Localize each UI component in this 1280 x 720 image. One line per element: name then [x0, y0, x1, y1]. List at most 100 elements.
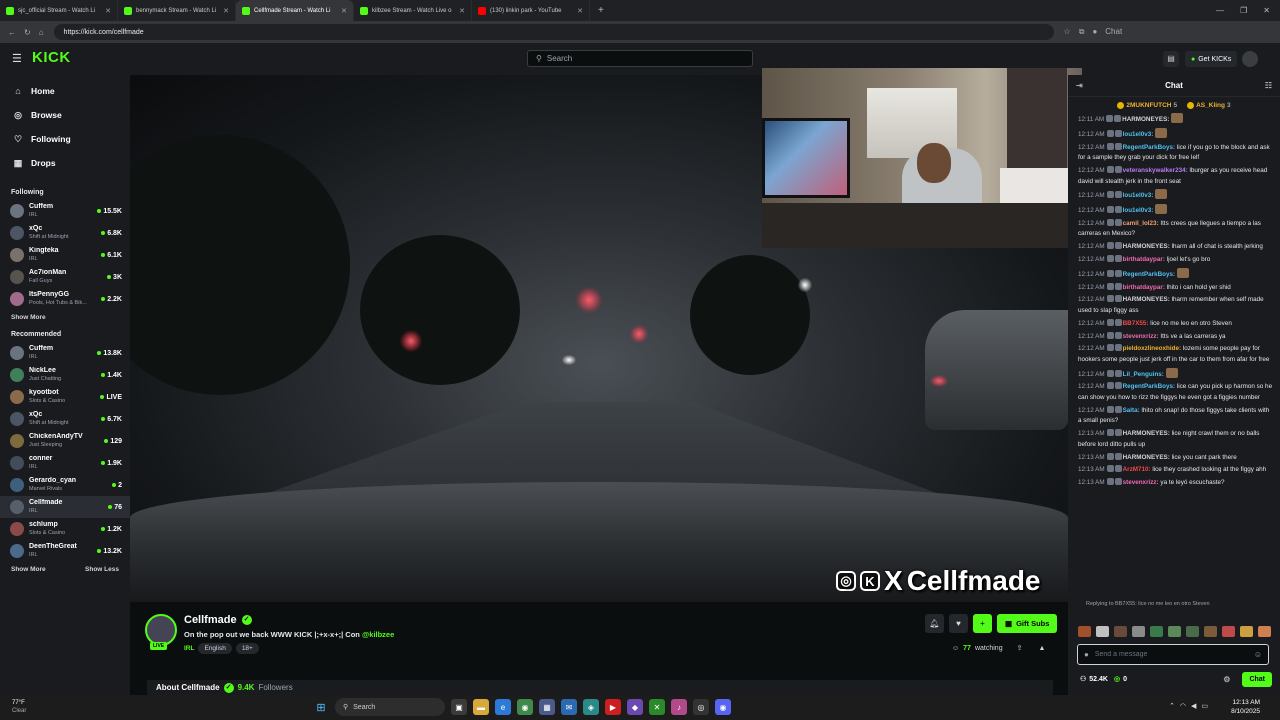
close-tab-icon[interactable]: ✕ [105, 7, 111, 15]
app-icon[interactable]: ♪ [671, 699, 687, 715]
message-username[interactable]: birthatdaypar: [1123, 284, 1165, 291]
app-icon[interactable]: ◆ [627, 699, 643, 715]
nav-home[interactable]: ⌂ Home [0, 79, 130, 103]
discord-icon[interactable]: ◉ [715, 699, 731, 715]
message-username[interactable]: RegentParkBoys: [1123, 144, 1176, 151]
edge-icon[interactable]: e [495, 699, 511, 715]
message-username[interactable]: stevenxrizz: [1123, 333, 1159, 340]
emoji-icon[interactable]: ☺ [1254, 650, 1262, 659]
chrome-icon[interactable]: ◉ [517, 699, 533, 715]
browser-tab[interactable]: (130) linkin park - YouTube ✕ [472, 0, 590, 21]
minimize-icon[interactable]: — [1216, 6, 1224, 15]
emote-icon[interactable] [1168, 626, 1181, 637]
message-username[interactable]: Salta: [1123, 407, 1140, 414]
message-username[interactable]: ArzM710: [1123, 466, 1151, 473]
message-username[interactable]: stevenxrizz: [1123, 479, 1159, 486]
message-username[interactable]: HARMONEYES: [1123, 454, 1170, 461]
clips-icon[interactable]: ▤ [1163, 51, 1179, 67]
get-kicks-button[interactable]: ● Get KICKs [1185, 51, 1238, 67]
category-link[interactable]: IRL [184, 643, 194, 654]
emote-icon[interactable] [1186, 626, 1199, 637]
kicks-balance[interactable]: ◎ 0 [1114, 675, 1127, 684]
close-tab-icon[interactable]: ✕ [577, 7, 583, 15]
mention-link[interactable]: @kilbzee [362, 630, 394, 639]
wifi-icon[interactable]: ◠ [1180, 702, 1186, 710]
sidebar-channel[interactable]: ItsPennyGG Pools, Hot Tubs & Bik... 2.2K [0, 288, 130, 310]
show-more-following[interactable]: Show More [11, 314, 46, 321]
xbox-icon[interactable]: ✕ [649, 699, 665, 715]
gifter-item[interactable]: AS_Kling 3 [1187, 99, 1231, 111]
show-more-recommended[interactable]: Show More [11, 566, 46, 573]
message-username[interactable]: RegentParkBoys: [1123, 383, 1176, 390]
search-bar[interactable]: ⚲ Search [527, 50, 753, 67]
message-username[interactable]: veteranskywalker234: [1123, 167, 1188, 174]
gift-subs-button[interactable]: ▦ Gift Subs [997, 614, 1058, 633]
sidebar-channel[interactable]: Gerardo_cyan Marvel Rivals 2 [0, 474, 130, 496]
volume-icon[interactable]: ◀ [1191, 702, 1196, 710]
tag-18plus[interactable]: 18+ [235, 643, 259, 654]
weather-widget[interactable]: 77°F Clear [12, 699, 26, 715]
nav-drops[interactable]: ▦ Drops [0, 151, 130, 175]
taskbar-search[interactable]: ⚲ Search [335, 698, 445, 716]
taskbar-clock[interactable]: 12:13 AM 8/10/2025 [1231, 699, 1260, 716]
follow-heart-button[interactable]: ♥ [949, 614, 968, 633]
sidebar-channel[interactable]: Kingteka IRL 6.1K [0, 244, 130, 266]
sidebar-channel[interactable]: Cuffem IRL 15.5K [0, 200, 130, 222]
new-tab-icon[interactable]: + [590, 5, 604, 16]
emote-icon[interactable] [1132, 626, 1145, 637]
back-icon[interactable]: ← [8, 28, 16, 37]
close-tab-icon[interactable]: ✕ [341, 7, 347, 15]
browser-tab[interactable]: kilbzee Stream - Watch Live o ✕ [354, 0, 472, 21]
emote-icon[interactable] [1204, 626, 1217, 637]
message-username[interactable]: BB7X55: [1123, 320, 1149, 327]
app-icon[interactable]: ◈ [583, 699, 599, 715]
emote-icon[interactable] [1222, 626, 1235, 637]
youtube-icon[interactable]: ▶ [605, 699, 621, 715]
message-username[interactable]: HARMONEYES: [1123, 296, 1170, 303]
close-tab-icon[interactable]: ✕ [459, 7, 465, 15]
menu-icon[interactable]: ☰ [12, 52, 22, 65]
sidebar-channel[interactable]: xQc Shift at Midnight 6.7K [0, 408, 130, 430]
emote-icon[interactable] [1258, 626, 1271, 637]
show-less-recommended[interactable]: Show Less [85, 566, 119, 573]
sidebar-channel[interactable]: conner IRL 1.9K [0, 452, 130, 474]
battery-icon[interactable]: ▭ [1201, 702, 1208, 710]
browser-tab-active[interactable]: Cellfmade Stream - Watch Li ✕ [236, 0, 354, 21]
sidebar-channel[interactable]: NickLee Just Chatting 1.4K [0, 364, 130, 386]
emote-icon[interactable] [1078, 626, 1091, 637]
message-username[interactable]: HARMONEYES: [1123, 243, 1170, 250]
tray-chevron-icon[interactable]: ⌃ [1169, 702, 1175, 710]
nav-browse[interactable]: ◎ Browse [0, 103, 130, 127]
chat-settings-icon[interactable]: ⚙ [1223, 675, 1230, 684]
message-username[interactable]: HARMONEYES: [1123, 430, 1170, 437]
sidebar-channel[interactable]: xQc Shift at Midnight 6.8K [0, 222, 130, 244]
nav-following[interactable]: ♡ Following [0, 127, 130, 151]
collapse-chat-icon[interactable]: ⇥ [1076, 81, 1083, 90]
message-username[interactable]: pieldoxzlineoxhide: [1123, 345, 1181, 352]
notification-bell-button[interactable]: 🔔︎ [925, 614, 944, 633]
sidebar-channel[interactable]: Cuffem IRL 13.8K [0, 342, 130, 364]
close-tab-icon[interactable]: ✕ [223, 7, 229, 15]
message-username[interactable]: HARMONEYES: [1122, 116, 1169, 123]
chat-send-button[interactable]: Chat [1242, 671, 1272, 687]
tag-english[interactable]: English [198, 643, 232, 654]
emote-icon[interactable] [1150, 626, 1163, 637]
sidebar-channel[interactable]: Ac7ionMan Fall Guys 3K [0, 266, 130, 288]
report-icon[interactable]: ▲ [1038, 645, 1045, 652]
channel-name[interactable]: Cellfmade ✓ [184, 614, 252, 626]
message-username[interactable]: lou1el0v3: [1123, 192, 1154, 199]
chat-input-box[interactable]: ● ☺ [1077, 644, 1269, 665]
mail-icon[interactable]: ✉ [561, 699, 577, 715]
file-explorer-icon[interactable]: ▬ [473, 699, 489, 715]
obs-icon[interactable]: ◎ [693, 699, 709, 715]
emote-icon[interactable] [1240, 626, 1253, 637]
copilot-chat-label[interactable]: Chat [1105, 27, 1122, 37]
sidebar-channel[interactable]: ChickenAndyTV Just Sleeping 129 [0, 430, 130, 452]
chat-identity-icon[interactable]: ● [1084, 650, 1089, 659]
sidebar-channel[interactable]: schlump Slots & Casino 1.2K [0, 518, 130, 540]
message-username[interactable]: RegentParkBoys: [1123, 271, 1176, 278]
emote-icon[interactable] [1096, 626, 1109, 637]
message-username[interactable]: camil_lol23: [1123, 220, 1159, 227]
kick-logo[interactable]: KICK [32, 49, 71, 66]
user-avatar[interactable] [1242, 51, 1258, 67]
